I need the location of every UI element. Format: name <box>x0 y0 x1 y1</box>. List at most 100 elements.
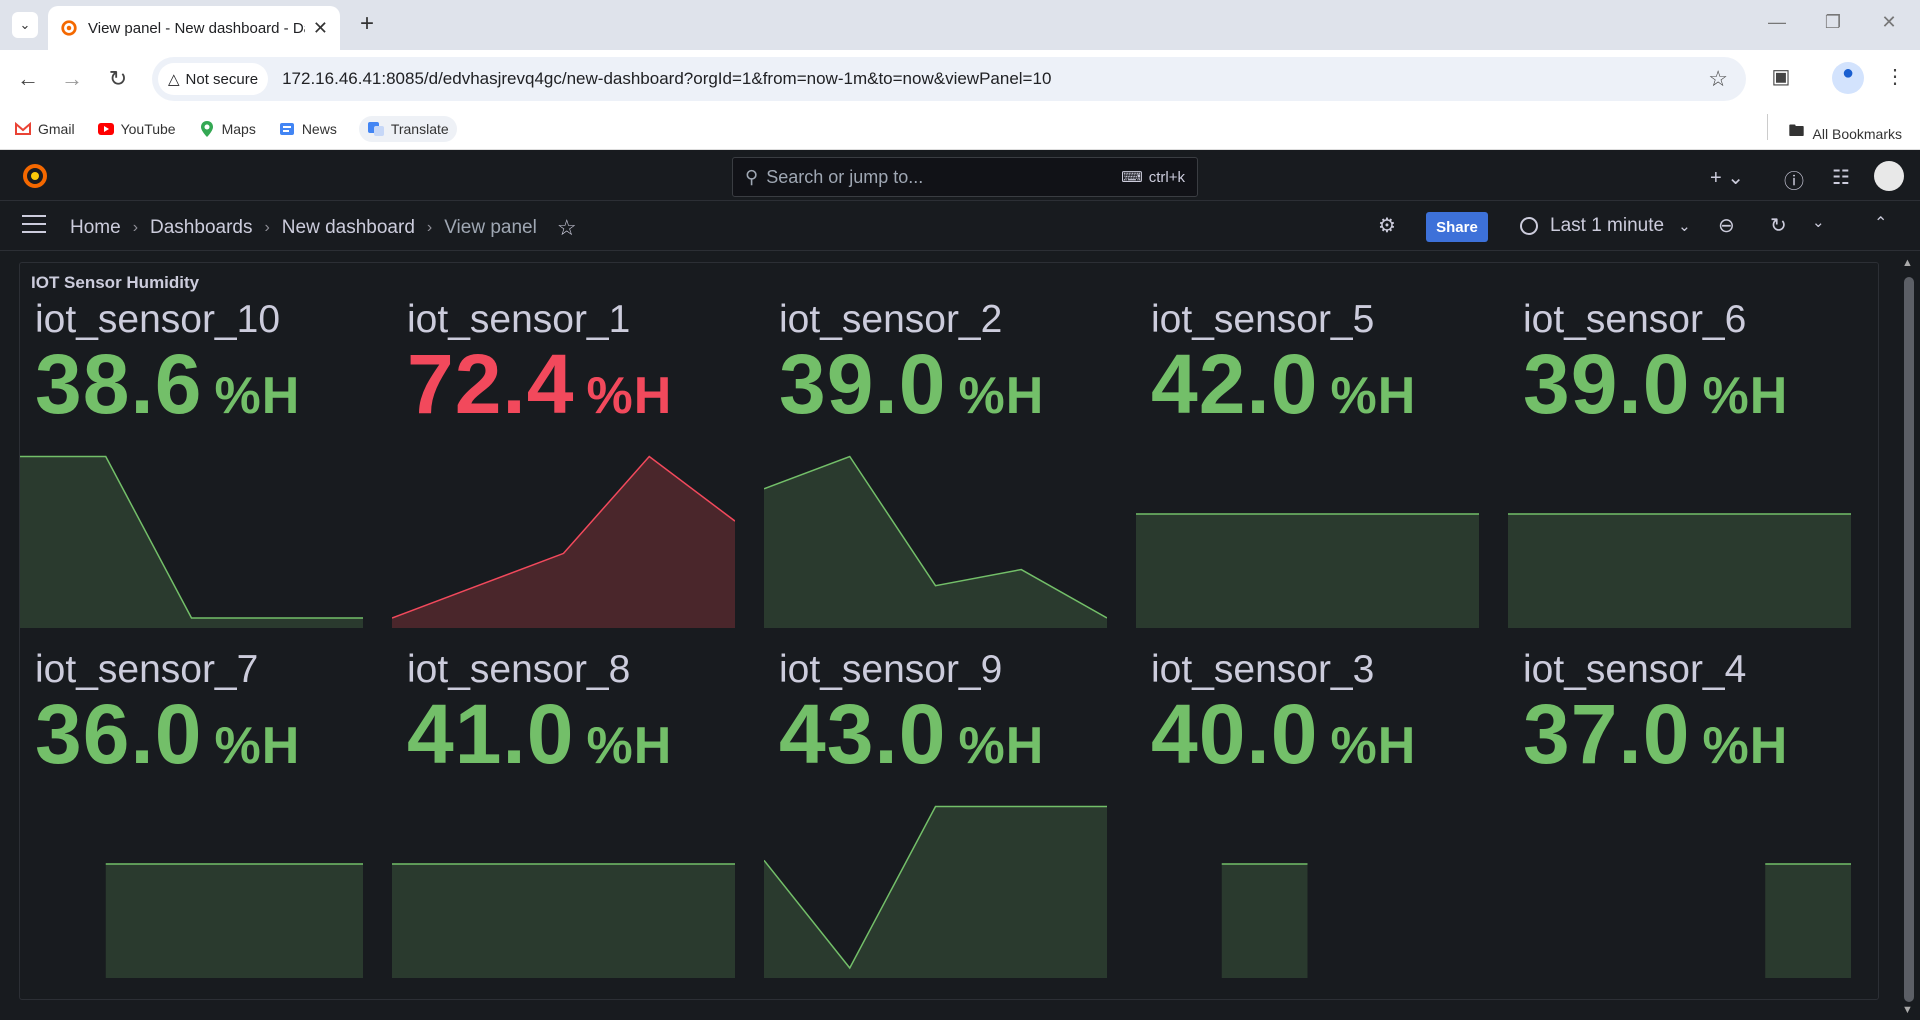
breadcrumb-view-panel: View panel <box>444 217 537 238</box>
search-shortcut: ⌨ ctrl+k <box>1121 169 1185 186</box>
sensor-value-number: 40.0 <box>1151 687 1319 781</box>
sensor-value: 39.0 %H <box>779 336 1044 433</box>
sensor-value-unit: %H <box>586 367 673 425</box>
refresh-interval-chevron-icon[interactable]: ⌄ <box>1812 213 1825 231</box>
tab-search-button[interactable]: ⌄ <box>12 12 38 38</box>
sensor-value: 43.0 %H <box>779 686 1044 783</box>
bookmark-label: Translate <box>390 120 449 137</box>
sensor-value-number: 36.0 <box>35 687 203 781</box>
browser-toolbar: ← → ↻ △ Not secure 172.16.46.41:8085/d/e… <box>0 50 1920 108</box>
time-range-picker[interactable]: Last 1 minute ⌄ <box>1520 215 1691 237</box>
sensor-value: 40.0 %H <box>1151 686 1416 783</box>
bookmark-label: News <box>301 120 337 137</box>
all-bookmarks-button[interactable]: 🖿 All Bookmarks <box>1766 114 1902 147</box>
time-range-label: Last 1 minute <box>1550 215 1665 236</box>
collapse-chevron-up-icon[interactable]: ⌃ <box>1874 213 1887 233</box>
page-scrollbar[interactable]: ▲ ▼ <box>1898 251 1920 1020</box>
chevron-right-icon: › <box>132 219 139 236</box>
new-plus-icon[interactable]: + ⌄ <box>1710 165 1744 190</box>
sparkline <box>392 863 735 978</box>
sparkline <box>1221 863 1308 978</box>
sparkline <box>1765 863 1851 978</box>
user-avatar[interactable] <box>1874 161 1904 191</box>
back-arrow-icon[interactable]: ← <box>14 66 42 92</box>
security-chip[interactable]: △ Not secure <box>158 63 269 95</box>
news-feed-icon[interactable]: ☷ <box>1832 165 1850 190</box>
stat-cell[interactable]: iot_sensor_7 36.0 %H <box>20 628 363 978</box>
bookmark-star-icon[interactable]: ☆ <box>1708 66 1728 92</box>
sparkline <box>392 455 735 628</box>
scroll-up-arrow-icon[interactable]: ▲ <box>1902 257 1913 269</box>
sensor-value: 38.6 %H <box>35 336 300 433</box>
sensor-value-unit: %H <box>958 367 1045 425</box>
grafana-logo-icon[interactable] <box>20 161 50 191</box>
breadcrumb-dashboards[interactable]: Dashboards <box>150 217 252 239</box>
sparkline-area <box>20 456 363 628</box>
sensor-value-number: 41.0 <box>407 687 575 781</box>
sparkline <box>764 805 1107 978</box>
settings-gear-icon[interactable]: ⚙ <box>1378 213 1396 238</box>
stat-cell[interactable]: iot_sensor_3 40.0 %H <box>1136 628 1479 978</box>
search-placeholder: Search or jump to... <box>766 166 924 187</box>
forward-arrow-icon[interactable]: → <box>58 66 86 92</box>
new-tab-button[interactable]: + <box>352 10 382 38</box>
stat-cell[interactable]: iot_sensor_1 72.4 %H <box>392 278 735 628</box>
favorite-star-icon[interactable]: ☆ <box>557 215 577 241</box>
bookmark-news[interactable]: News <box>278 120 337 138</box>
sensor-value-unit: %H <box>214 717 301 775</box>
url-text[interactable]: 172.16.46.41:8085/d/edvhasjrevq4gc/new-d… <box>282 69 1708 89</box>
menu-hamburger-icon[interactable] <box>22 215 46 239</box>
minimize-icon[interactable]: — <box>1762 12 1792 33</box>
reload-icon[interactable]: ↻ <box>104 66 132 92</box>
browser-menu-icon[interactable]: ⋮ <box>1880 64 1910 89</box>
grafana-favicon-icon <box>61 20 77 36</box>
bookmark-gmail[interactable]: Gmail <box>14 120 75 138</box>
chevron-down-icon: ⌄ <box>1678 218 1691 235</box>
warning-triangle-icon: △ <box>168 71 180 88</box>
stat-cell[interactable]: iot_sensor_8 41.0 %H <box>392 628 735 978</box>
sparkline-area <box>1508 514 1851 628</box>
bookmark-label: Maps <box>221 120 256 137</box>
extensions-puzzle-icon[interactable]: ▣ <box>1766 64 1796 89</box>
search-bar[interactable]: ⚲ Search or jump to... ⌨ ctrl+k <box>732 157 1198 197</box>
stat-cell[interactable]: iot_sensor_10 38.6 %H <box>20 278 363 628</box>
restore-icon[interactable]: ❐ <box>1818 12 1848 33</box>
sensor-value-number: 39.0 <box>1523 337 1691 431</box>
refresh-icon[interactable]: ↻ <box>1770 213 1787 238</box>
sensor-value-number: 39.0 <box>779 337 947 431</box>
bookmark-youtube[interactable]: YouTube <box>97 120 176 138</box>
breadcrumb-new-dashboard[interactable]: New dashboard <box>282 217 415 239</box>
sensor-value: 41.0 %H <box>407 686 672 783</box>
zoom-out-icon[interactable]: ⊖ <box>1718 213 1735 238</box>
browser-tab-strip: ⌄ View panel - New dashboard - Dashboard… <box>0 0 1920 50</box>
sparkline <box>20 455 363 628</box>
youtube-icon <box>97 122 114 135</box>
sparkline-area <box>764 806 1107 978</box>
sensor-value-unit: %H <box>958 717 1045 775</box>
stat-cell[interactable]: iot_sensor_5 42.0 %H <box>1136 278 1479 628</box>
address-bar[interactable]: △ Not secure 172.16.46.41:8085/d/edvhasj… <box>152 57 1746 101</box>
help-icon[interactable]: ⓘ <box>1784 165 1804 194</box>
bookmark-translate[interactable]: Translate <box>358 115 457 142</box>
stat-cell[interactable]: iot_sensor_4 37.0 %H <box>1508 628 1851 978</box>
scrollbar-thumb[interactable] <box>1904 277 1914 1002</box>
scroll-down-arrow-icon[interactable]: ▼ <box>1902 1004 1913 1016</box>
stat-cell[interactable]: iot_sensor_6 39.0 %H <box>1508 278 1851 628</box>
breadcrumb-home[interactable]: Home <box>70 217 121 239</box>
browser-tab-active[interactable]: View panel - New dashboard - Dashboards … <box>48 6 340 50</box>
sensor-value-number: 38.6 <box>35 337 203 431</box>
bookmark-maps[interactable]: Maps <box>198 120 256 138</box>
bookmarks-bar: Gmail YouTube Maps News Translate 🖿 All … <box>0 108 1920 150</box>
sensor-value-unit: %H <box>1702 717 1789 775</box>
share-button[interactable]: Share <box>1426 212 1488 242</box>
profile-avatar-icon[interactable]: ● <box>1832 62 1864 94</box>
tab-close-icon[interactable]: ✕ <box>313 18 328 39</box>
bookmark-label: Gmail <box>38 120 75 137</box>
sensor-value-unit: %H <box>1330 717 1417 775</box>
chevron-right-icon: › <box>264 219 270 236</box>
sensor-value: 37.0 %H <box>1523 686 1788 783</box>
chevron-right-icon: › <box>426 219 433 236</box>
window-close-icon[interactable]: ✕ <box>1874 12 1904 33</box>
stat-cell[interactable]: iot_sensor_9 43.0 %H <box>764 628 1107 978</box>
stat-cell[interactable]: iot_sensor_2 39.0 %H <box>764 278 1107 628</box>
